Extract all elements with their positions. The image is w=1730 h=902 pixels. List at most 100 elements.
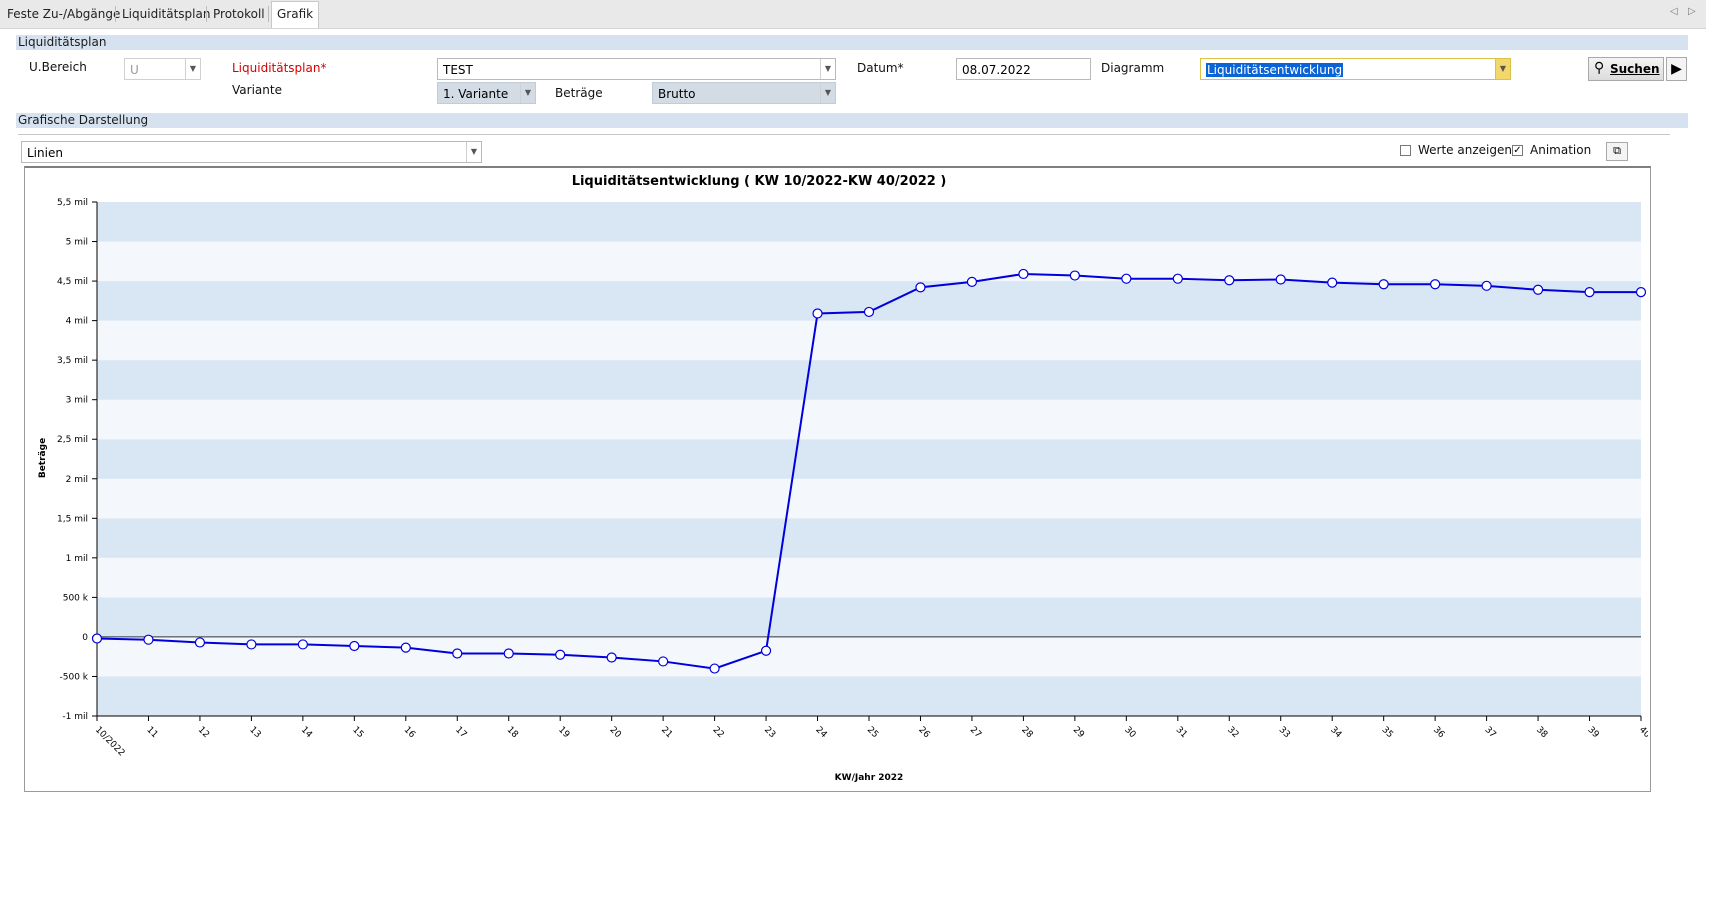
data-point xyxy=(143,634,154,645)
data-point xyxy=(1018,268,1029,280)
grid-band xyxy=(97,478,1641,519)
x-tick-label: 27 xyxy=(968,725,983,740)
x-tick-label: 29 xyxy=(1071,725,1086,740)
tab-bar: Feste Zu-/Abgänge Liquiditätsplan Protok… xyxy=(0,0,1706,29)
data-point xyxy=(91,633,103,644)
x-tick-label: 40 xyxy=(1637,725,1648,740)
x-tick-label: 13 xyxy=(247,725,262,740)
diagramm-value: Liquiditätsentwicklung xyxy=(1206,63,1344,77)
x-axis-title: KW/Jahr 2022 xyxy=(835,773,904,783)
liquiditaetsplan-label: Liquiditätsplan* xyxy=(232,61,327,75)
chevron-down-icon[interactable]: ▼ xyxy=(1495,59,1510,79)
x-tick-label: 30 xyxy=(1122,725,1137,740)
datum-field[interactable]: 08.07.2022 xyxy=(956,58,1091,80)
diagramm-label: Diagramm xyxy=(1101,61,1165,75)
data-point xyxy=(1172,273,1183,284)
section-header-liquiditaetsplan: Liquiditätsplan xyxy=(16,35,1688,50)
data-point xyxy=(194,637,206,648)
animation-label: Animation xyxy=(1530,143,1592,157)
x-tick-label: 17 xyxy=(453,725,468,740)
data-point xyxy=(709,663,720,674)
liquiditaetsplan-value: TEST xyxy=(443,63,473,77)
x-tick-label: 28 xyxy=(1019,725,1034,740)
y-tick-label: 4 mil xyxy=(66,317,88,327)
x-tick-label: 18 xyxy=(505,725,520,740)
tab-protokoll[interactable]: Protokoll xyxy=(208,2,270,26)
werte-anzeigen-label: Werte anzeigen xyxy=(1418,143,1512,157)
x-tick-label: 34 xyxy=(1328,725,1343,740)
data-point xyxy=(555,649,566,660)
tab-separator xyxy=(206,6,207,22)
animation-checkbox[interactable]: ✓ xyxy=(1512,145,1523,156)
chart-type-combo[interactable]: Linien ▼ xyxy=(21,141,482,163)
y-tick-label: 5 mil xyxy=(66,238,88,248)
divider xyxy=(18,134,1670,135)
y-tick-label: 2 mil xyxy=(66,475,88,485)
betraege-value: Brutto xyxy=(658,87,696,101)
data-point xyxy=(1327,277,1338,288)
grid-band xyxy=(97,518,1641,558)
grid-band xyxy=(97,597,1641,637)
chevron-down-icon[interactable]: ▼ xyxy=(520,83,535,103)
x-tick-label: 35 xyxy=(1380,725,1395,740)
x-tick-label: 39 xyxy=(1585,725,1600,740)
chart-title: Liquiditätsentwicklung ( KW 10/2022-KW 4… xyxy=(572,174,947,189)
tab-separator xyxy=(268,6,269,22)
tab-scroll-left-icon[interactable]: ◁ xyxy=(1670,6,1678,17)
x-tick-label: 12 xyxy=(196,725,211,740)
y-tick-label: 4,5 mil xyxy=(57,277,88,287)
chevron-down-icon[interactable]: ▼ xyxy=(185,59,200,79)
chevron-down-icon[interactable]: ▼ xyxy=(820,83,835,103)
data-point xyxy=(1069,270,1080,281)
tab-liquiditaetsplan[interactable]: Liquiditätsplan xyxy=(117,2,215,26)
y-tick-label: -1 mil xyxy=(62,712,88,722)
betraege-combo[interactable]: Brutto ▼ xyxy=(652,82,836,104)
data-point xyxy=(400,642,411,653)
x-tick-label: 26 xyxy=(916,725,931,740)
y-tick-label: 5,5 mil xyxy=(57,198,88,208)
x-tick-label: 16 xyxy=(402,725,417,740)
tab-feste-zu-abgaenge[interactable]: Feste Zu-/Abgänge xyxy=(2,2,125,26)
data-point xyxy=(1378,279,1389,290)
x-tick-label: 31 xyxy=(1174,725,1189,740)
liquidity-chart: -1 mil -500 k 0 500 k 1 mil 1,5 mil 2 mil 2,5 m… xyxy=(38,174,1652,783)
data-point xyxy=(1121,273,1132,284)
y-axis-title: Beträge xyxy=(38,438,48,478)
grid-band xyxy=(97,241,1641,282)
data-point xyxy=(812,308,823,319)
werte-anzeigen-checkbox[interactable] xyxy=(1400,145,1411,156)
ubereich-value: U xyxy=(130,63,139,77)
data-point xyxy=(863,306,875,318)
data-point xyxy=(606,652,617,663)
data-point xyxy=(452,648,463,659)
tab-scroll-right-icon[interactable]: ▷ xyxy=(1688,6,1696,17)
data-point xyxy=(1430,279,1441,290)
betraege-label: Beträge xyxy=(555,86,603,100)
grid-band xyxy=(97,636,1641,677)
x-tick-label: 32 xyxy=(1225,725,1240,740)
chevron-down-icon[interactable]: ▼ xyxy=(466,142,481,162)
y-tick-label: 1 mil xyxy=(66,554,88,564)
data-point xyxy=(297,639,308,650)
play-icon[interactable]: ▶ xyxy=(1666,57,1687,81)
data-point xyxy=(1224,275,1235,286)
grid-band xyxy=(97,399,1641,440)
section-header-grafische-darstellung: Grafische Darstellung xyxy=(16,113,1688,128)
y-tick-label: -500 k xyxy=(60,672,89,682)
data-point xyxy=(915,282,926,293)
x-tick-label: 22 xyxy=(710,725,725,740)
x-tick-label: 21 xyxy=(659,725,674,740)
grid-band xyxy=(97,676,1641,716)
tab-grafik[interactable]: Grafik xyxy=(271,1,320,28)
variante-combo[interactable]: 1. Variante ▼ xyxy=(437,82,536,104)
diagramm-combo[interactable]: Liquiditätsentwicklung ▼ xyxy=(1200,58,1511,80)
x-tick-label: 20 xyxy=(608,725,623,740)
suchen-button[interactable]: ⚲ Suchen xyxy=(1588,57,1664,81)
chevron-down-icon[interactable]: ▼ xyxy=(820,59,835,79)
liquiditaetsplan-combo[interactable]: TEST ▼ xyxy=(437,58,836,80)
x-tick-label: 11 xyxy=(144,725,159,740)
ubereich-combo[interactable]: U ▼ xyxy=(124,58,201,80)
copy-chart-icon[interactable]: ⧉ xyxy=(1606,142,1628,161)
suchen-label: Suchen xyxy=(1610,62,1660,76)
data-point xyxy=(658,656,669,667)
